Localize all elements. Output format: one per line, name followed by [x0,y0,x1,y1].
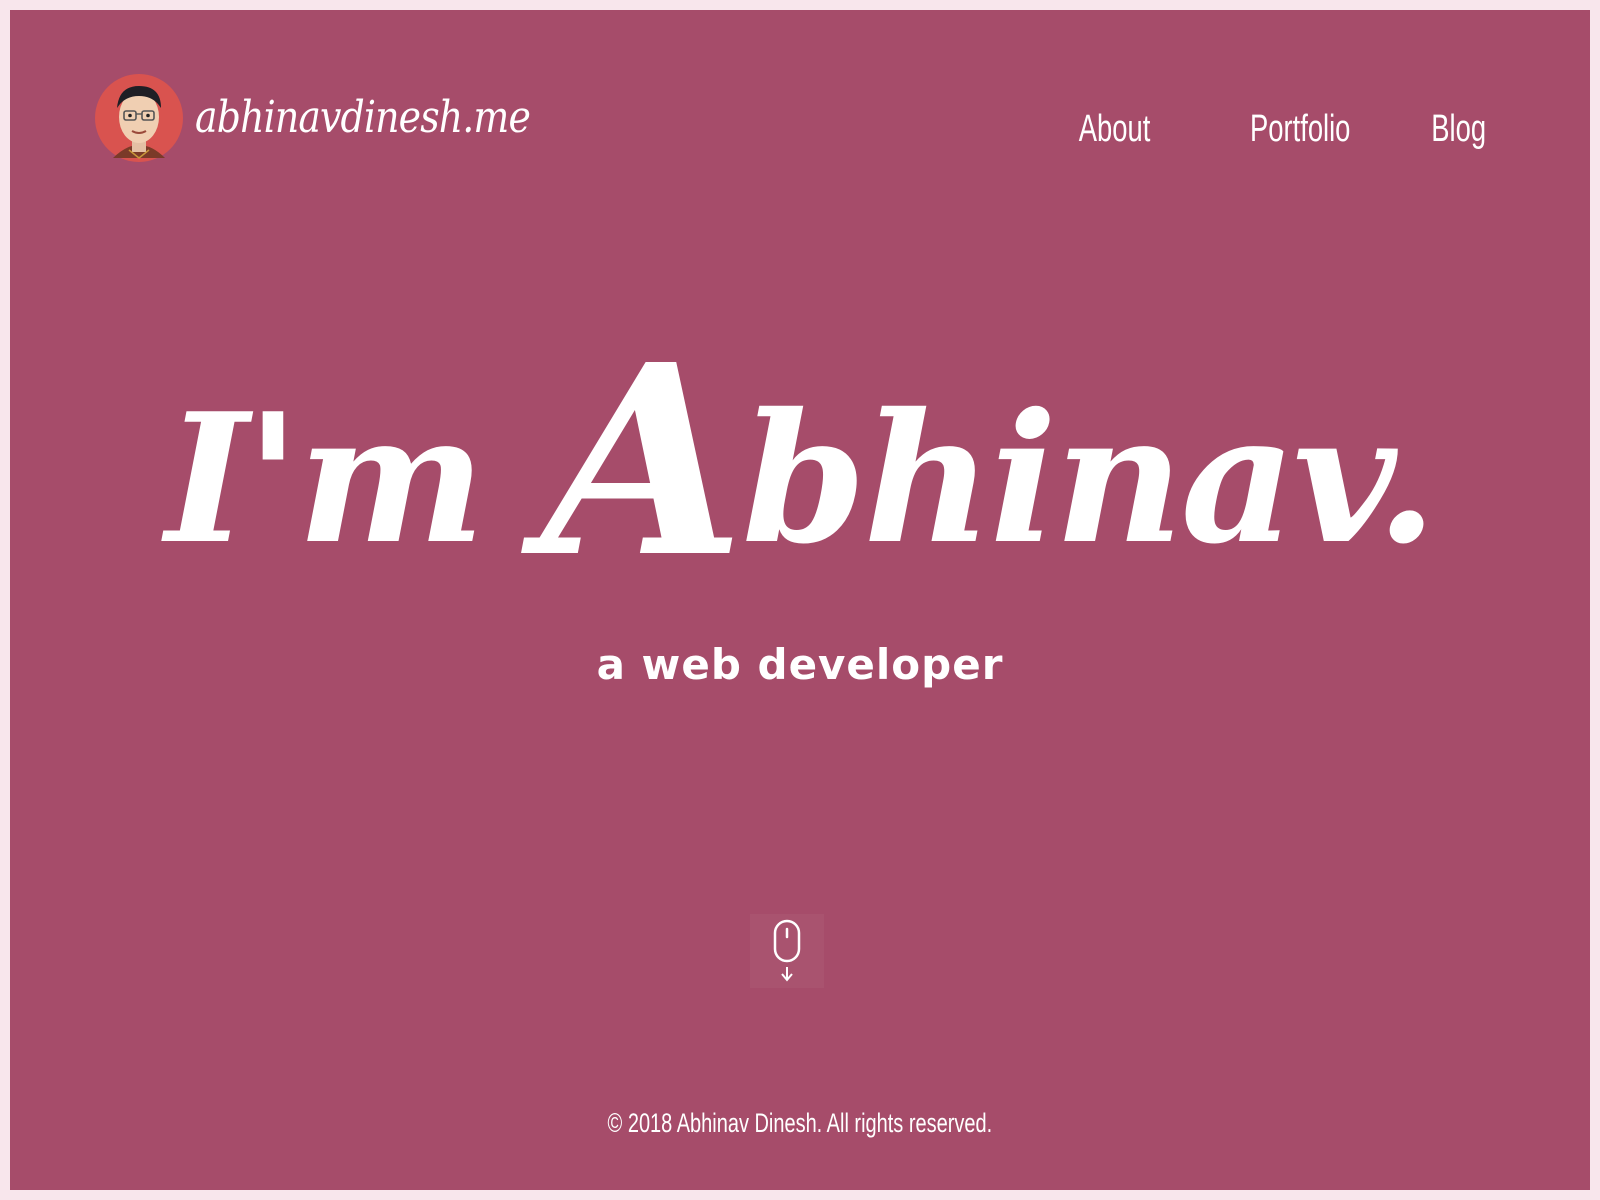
page-frame: abhinavdinesh.me About Portfolio Blog I'… [10,10,1590,1190]
nav-link-blog[interactable]: Blog [1431,110,1486,148]
developer-avatar-icon [95,74,183,162]
site-footer: © 2018 Abhinav Dinesh. All rights reserv… [10,1108,1590,1139]
hero-subtitle: a web developer [596,640,1004,689]
brand-name[interactable]: abhinavdinesh.me [195,96,531,140]
brand-link[interactable]: abhinavdinesh.me [95,74,585,162]
hero-title-rest: bhinav. [741,374,1438,583]
hero-title-prefix: I'm [165,374,542,583]
hero-section: I'm Abhinav. a web developer [10,330,1590,689]
mouse-scroll-down-icon [773,919,801,982]
nav-link-about[interactable]: About [1079,110,1151,148]
main-nav: About Portfolio Blog [991,110,1486,148]
hero-title: I'm Abhinav. [10,330,1590,592]
nav-link-portfolio[interactable]: Portfolio [1250,110,1350,148]
scroll-down-button[interactable] [750,914,824,988]
footer-copyright: © 2018 Abhinav Dinesh. All rights reserv… [607,1108,993,1138]
hero-title-initial: A [541,307,745,615]
